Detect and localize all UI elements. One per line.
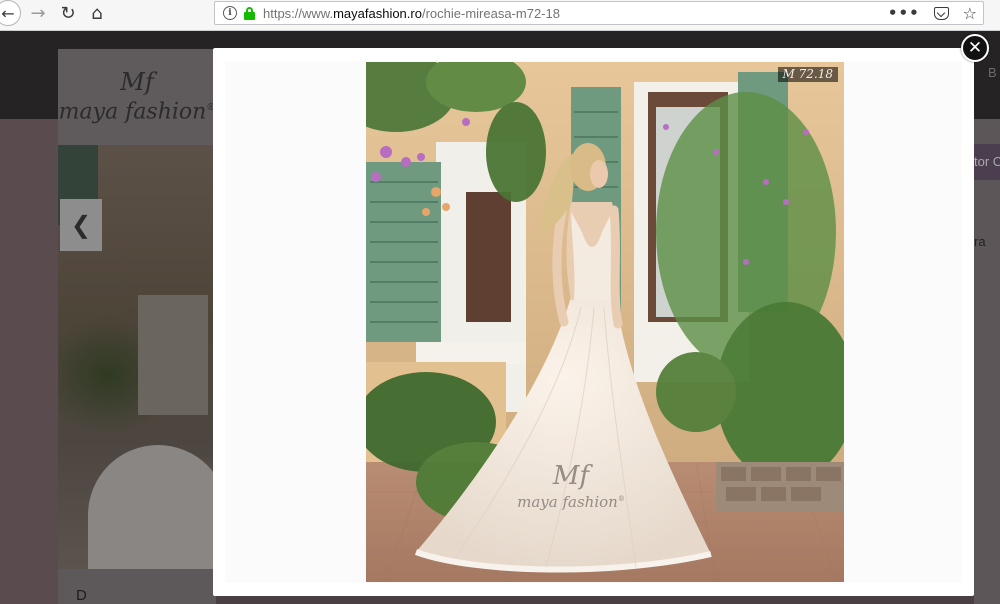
url-text[interactable]: https://www.mayafashion.ro/rochie-mireas… (263, 6, 560, 21)
back-icon: ← (0, 0, 21, 26)
lightbox-image[interactable]: M 72.18 Mf maya fashion® (366, 62, 844, 582)
model-code-label: M 72.18 (777, 67, 838, 82)
home-button[interactable]: ⌂ (85, 0, 109, 26)
option-tab-partial[interactable]: ra (974, 224, 1000, 260)
page-left-border (0, 119, 58, 604)
close-lightbox-button[interactable]: ✕ (961, 34, 989, 62)
forward-button[interactable]: → (27, 0, 49, 26)
close-icon: ✕ (967, 38, 983, 58)
description-heading-partial: D (76, 587, 87, 604)
photo-watermark: Mf maya fashion® (517, 461, 625, 511)
lightbox-modal: M 72.18 Mf maya fashion® (213, 48, 974, 596)
more-icon[interactable]: ••• (888, 4, 920, 22)
logo-monogram: Mf (120, 67, 154, 96)
chevron-left-icon: ❮ (70, 211, 92, 239)
reload-button[interactable]: ↻ (56, 0, 80, 26)
address-bar[interactable]: i https://www.mayafashion.ro/rochie-mire… (214, 1, 984, 25)
size-tab-partial[interactable]: tor C (974, 144, 1000, 180)
product-info-panel (974, 119, 1000, 604)
site-logo[interactable]: Mf maya fashion® (58, 49, 216, 145)
back-button[interactable]: ← (0, 0, 22, 26)
reload-icon: ↻ (60, 2, 76, 24)
lightbox-frame: M 72.18 Mf maya fashion® (225, 61, 962, 583)
logo-text: maya fashion® (58, 99, 216, 125)
previous-image-button[interactable]: ❮ (60, 199, 102, 251)
browser-toolbar: ← → ↻ ⌂ i https://www.mayafashion.ro/roc… (0, 0, 1000, 31)
pocket-icon[interactable] (933, 6, 949, 20)
nav-item-partial[interactable]: B (988, 65, 997, 80)
lock-icon[interactable] (244, 6, 255, 20)
bookmark-star-icon[interactable]: ☆ (963, 4, 977, 23)
info-icon[interactable]: i (223, 6, 237, 20)
description-section: D (58, 569, 216, 604)
forward-icon: → (30, 2, 46, 24)
home-icon: ⌂ (91, 2, 103, 24)
